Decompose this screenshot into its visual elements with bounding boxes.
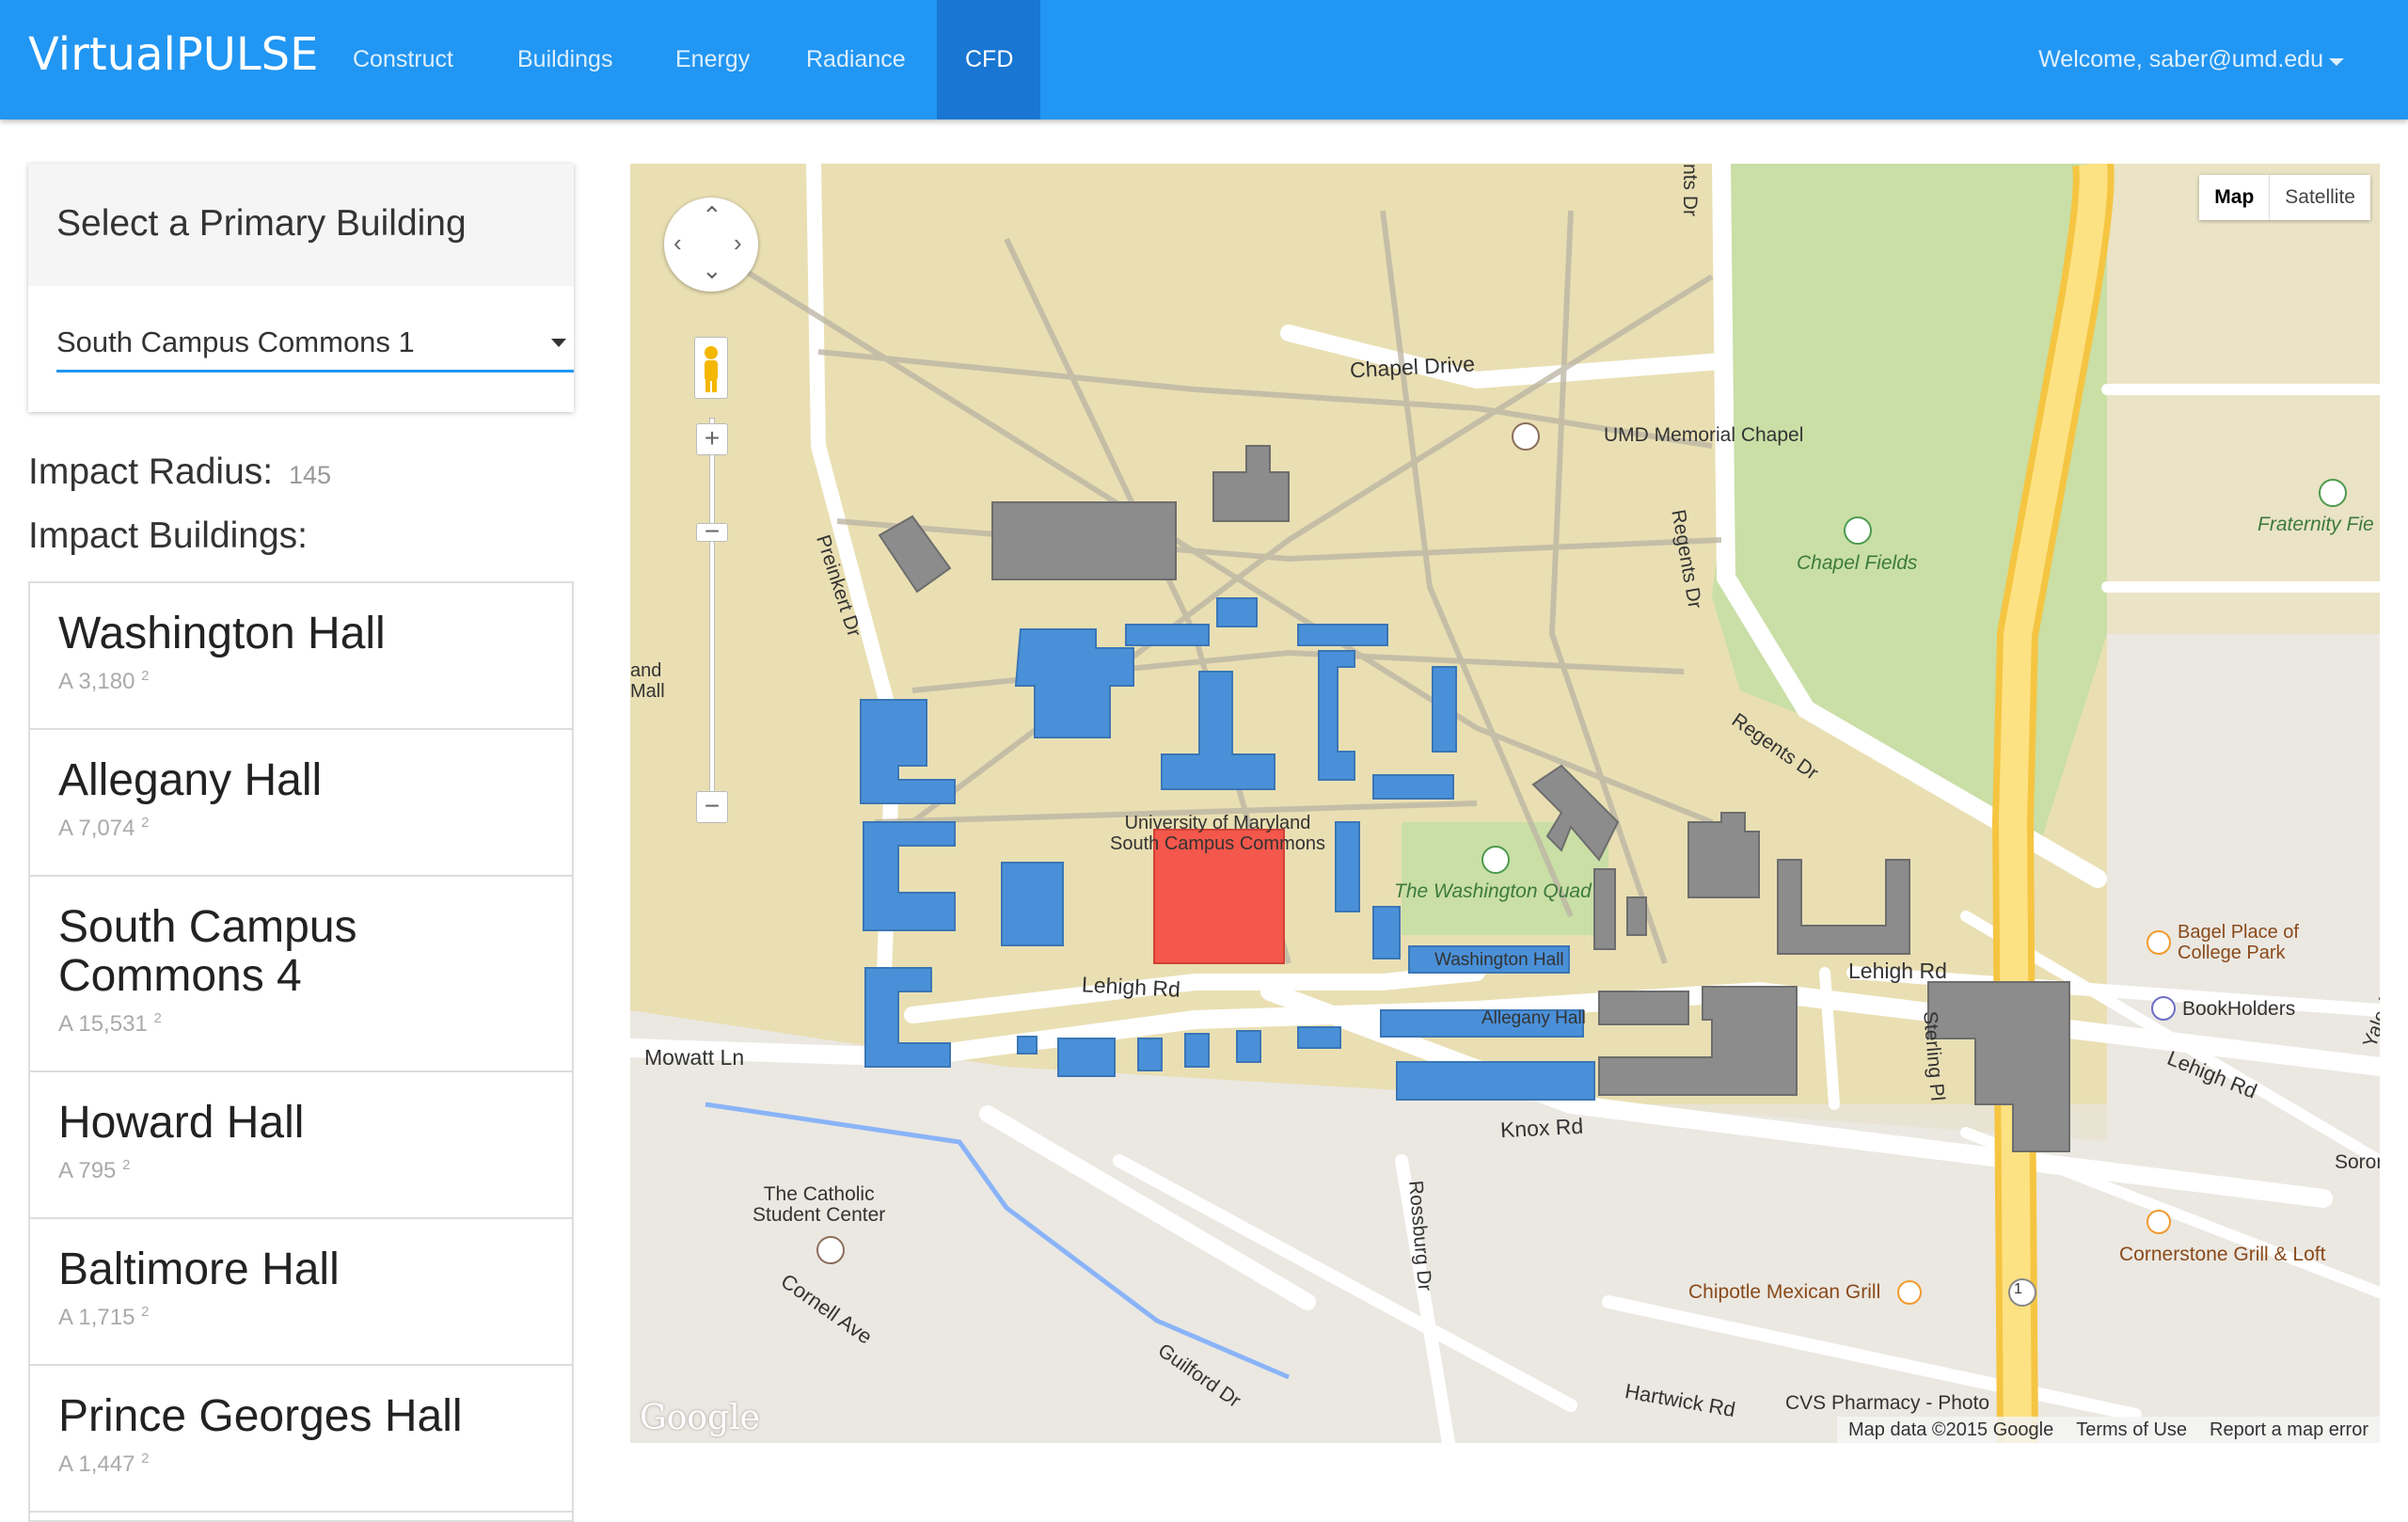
building-area: A 1,447 2 (58, 1451, 150, 1477)
pan-left-icon[interactable]: ‹ (673, 229, 682, 258)
map-label-umd-chapel[interactable]: UMD Memorial Chapel (1604, 424, 1803, 447)
list-item[interactable]: Allegany Hall A 7,074 2 (30, 730, 572, 877)
zoom-slider-handle[interactable]: − (696, 518, 728, 545)
pan-right-icon[interactable]: › (734, 229, 742, 258)
list-item[interactable]: Prince Georges Hall A 1,447 2 (30, 1366, 572, 1513)
user-menu-caret-icon[interactable] (2329, 58, 2344, 66)
map-label-chipotle[interactable]: Chipotle Mexican Grill (1688, 1281, 1880, 1304)
impact-buildings-title: Impact Buildings: (28, 515, 308, 556)
map-type-satellite-button[interactable]: Satellite (2270, 175, 2370, 220)
map-label-south-campus-commons[interactable]: University of Maryland South Campus Comm… (1110, 813, 1325, 854)
building-name: Baltimore Hall (58, 1245, 340, 1294)
list-item[interactable]: South Campus Commons 4 A 15,531 2 (30, 877, 572, 1072)
map-type-map-button[interactable]: Map (2199, 175, 2271, 220)
map-label-washington-hall[interactable]: Washington Hall (1434, 950, 1564, 971)
map-type-control: Map Satellite (2199, 175, 2370, 220)
app-brand[interactable]: VirtualPULSE (28, 28, 318, 81)
building-area: A 3,180 2 (58, 668, 150, 694)
map-label-bagel-place[interactable]: Bagel Place of College Park (2178, 922, 2299, 963)
building-name: Washington Hall (58, 609, 386, 658)
zoom-in-button[interactable]: + (696, 423, 728, 455)
map-label-knox: Knox Rd (1499, 1113, 1584, 1143)
google-logo[interactable]: Google (640, 1399, 760, 1437)
primary-building-value: South Campus Commons 1 (56, 325, 415, 358)
map-label-chapel-fields[interactable]: Chapel Fields (1797, 552, 1917, 575)
top-navbar: VirtualPULSE Construct Buildings Energy … (0, 0, 2408, 119)
building-name: Allegany Hall (58, 755, 323, 805)
building-name: South Campus Commons 4 (58, 902, 357, 1001)
building-area: A 1,715 2 (58, 1304, 150, 1330)
map-label-regents-top: nts Dr (1679, 164, 1701, 217)
report-error-link[interactable]: Report a map error (2198, 1417, 2380, 1443)
pan-up-icon[interactable]: ⌃ (702, 201, 722, 230)
map-label-catholic-center[interactable]: The Catholic Student Center (752, 1184, 885, 1226)
pan-down-icon[interactable]: ⌄ (702, 256, 722, 285)
map-canvas[interactable] (630, 164, 2380, 1443)
map-label-fraternity[interactable]: Fraternity Fie (2258, 514, 2374, 536)
terms-of-use-link[interactable]: Terms of Use (2065, 1417, 2198, 1443)
impact-buildings-list: Washington Hall A 3,180 2 Allegany Hall … (28, 581, 574, 1522)
impact-radius: Impact Radius: 145 (28, 452, 331, 493)
pan-control[interactable]: ⌃ ⌄ ‹ › (664, 198, 758, 292)
nav-radiance[interactable]: Radiance (778, 0, 934, 119)
map-label-cvs[interactable]: CVS Pharmacy - Photo (1785, 1392, 1989, 1415)
nav-buildings[interactable]: Buildings (489, 0, 641, 119)
nav-energy[interactable]: Energy (647, 0, 778, 119)
map-label-allegany-hall[interactable]: Allegany Hall (1481, 1008, 1586, 1029)
primary-building-select[interactable]: South Campus Commons 1 (56, 325, 574, 373)
map-label-bookholders[interactable]: BookHolders (2182, 998, 2295, 1021)
list-item[interactable]: Washington Hall A 3,180 2 (30, 583, 572, 730)
building-area: A 15,531 2 (58, 1010, 162, 1037)
dropdown-caret-icon[interactable] (551, 339, 566, 347)
map-footer: Map data ©2015 Google Terms of Use Repor… (1836, 1417, 2380, 1443)
building-name: Prince Georges Hall (58, 1391, 463, 1441)
campus-map[interactable]: Chapel Drive UMD Memorial Chapel Chapel … (630, 164, 2380, 1443)
building-name: Howard Hall (58, 1098, 305, 1148)
map-label-lehigh-rd-1: Lehigh Rd (1081, 972, 1181, 1002)
map-label-soror: Soror (2335, 1151, 2380, 1173)
map-label-mowatt: Mowatt Ln (644, 1045, 745, 1070)
list-item[interactable]: Baltimore Hall A 1,715 2 (30, 1219, 572, 1366)
zoom-slider-track[interactable] (709, 418, 715, 813)
nav-construct[interactable]: Construct (325, 0, 482, 119)
impact-radius-label: Impact Radius: (28, 452, 274, 492)
impact-radius-value: 145 (288, 461, 332, 489)
building-area: A 795 2 (58, 1157, 131, 1183)
pegman-icon[interactable] (694, 337, 728, 399)
primary-building-card: Select a Primary Building South Campus C… (28, 164, 574, 412)
map-label-cornerstone[interactable]: Cornerstone Grill & Loft (2119, 1244, 2325, 1266)
map-label-mall: and Mall (630, 660, 665, 702)
primary-building-title: Select a Primary Building (28, 164, 574, 286)
route-1-shield: 1 (2014, 1281, 2022, 1297)
list-item[interactable]: Howard Hall A 795 2 (30, 1072, 572, 1219)
map-data-attribution: Map data ©2015 Google (1847, 1419, 2054, 1440)
map-label-washington-quad[interactable]: The Washington Quad (1394, 880, 1592, 903)
nav-cfd[interactable]: CFD (937, 0, 1040, 119)
map-label-lehigh-rd-2: Lehigh Rd (1848, 959, 1947, 983)
zoom-out-button[interactable]: − (696, 791, 728, 823)
building-area: A 7,074 2 (58, 815, 150, 841)
user-menu[interactable]: Welcome, saber@umd.edu (2038, 0, 2323, 119)
